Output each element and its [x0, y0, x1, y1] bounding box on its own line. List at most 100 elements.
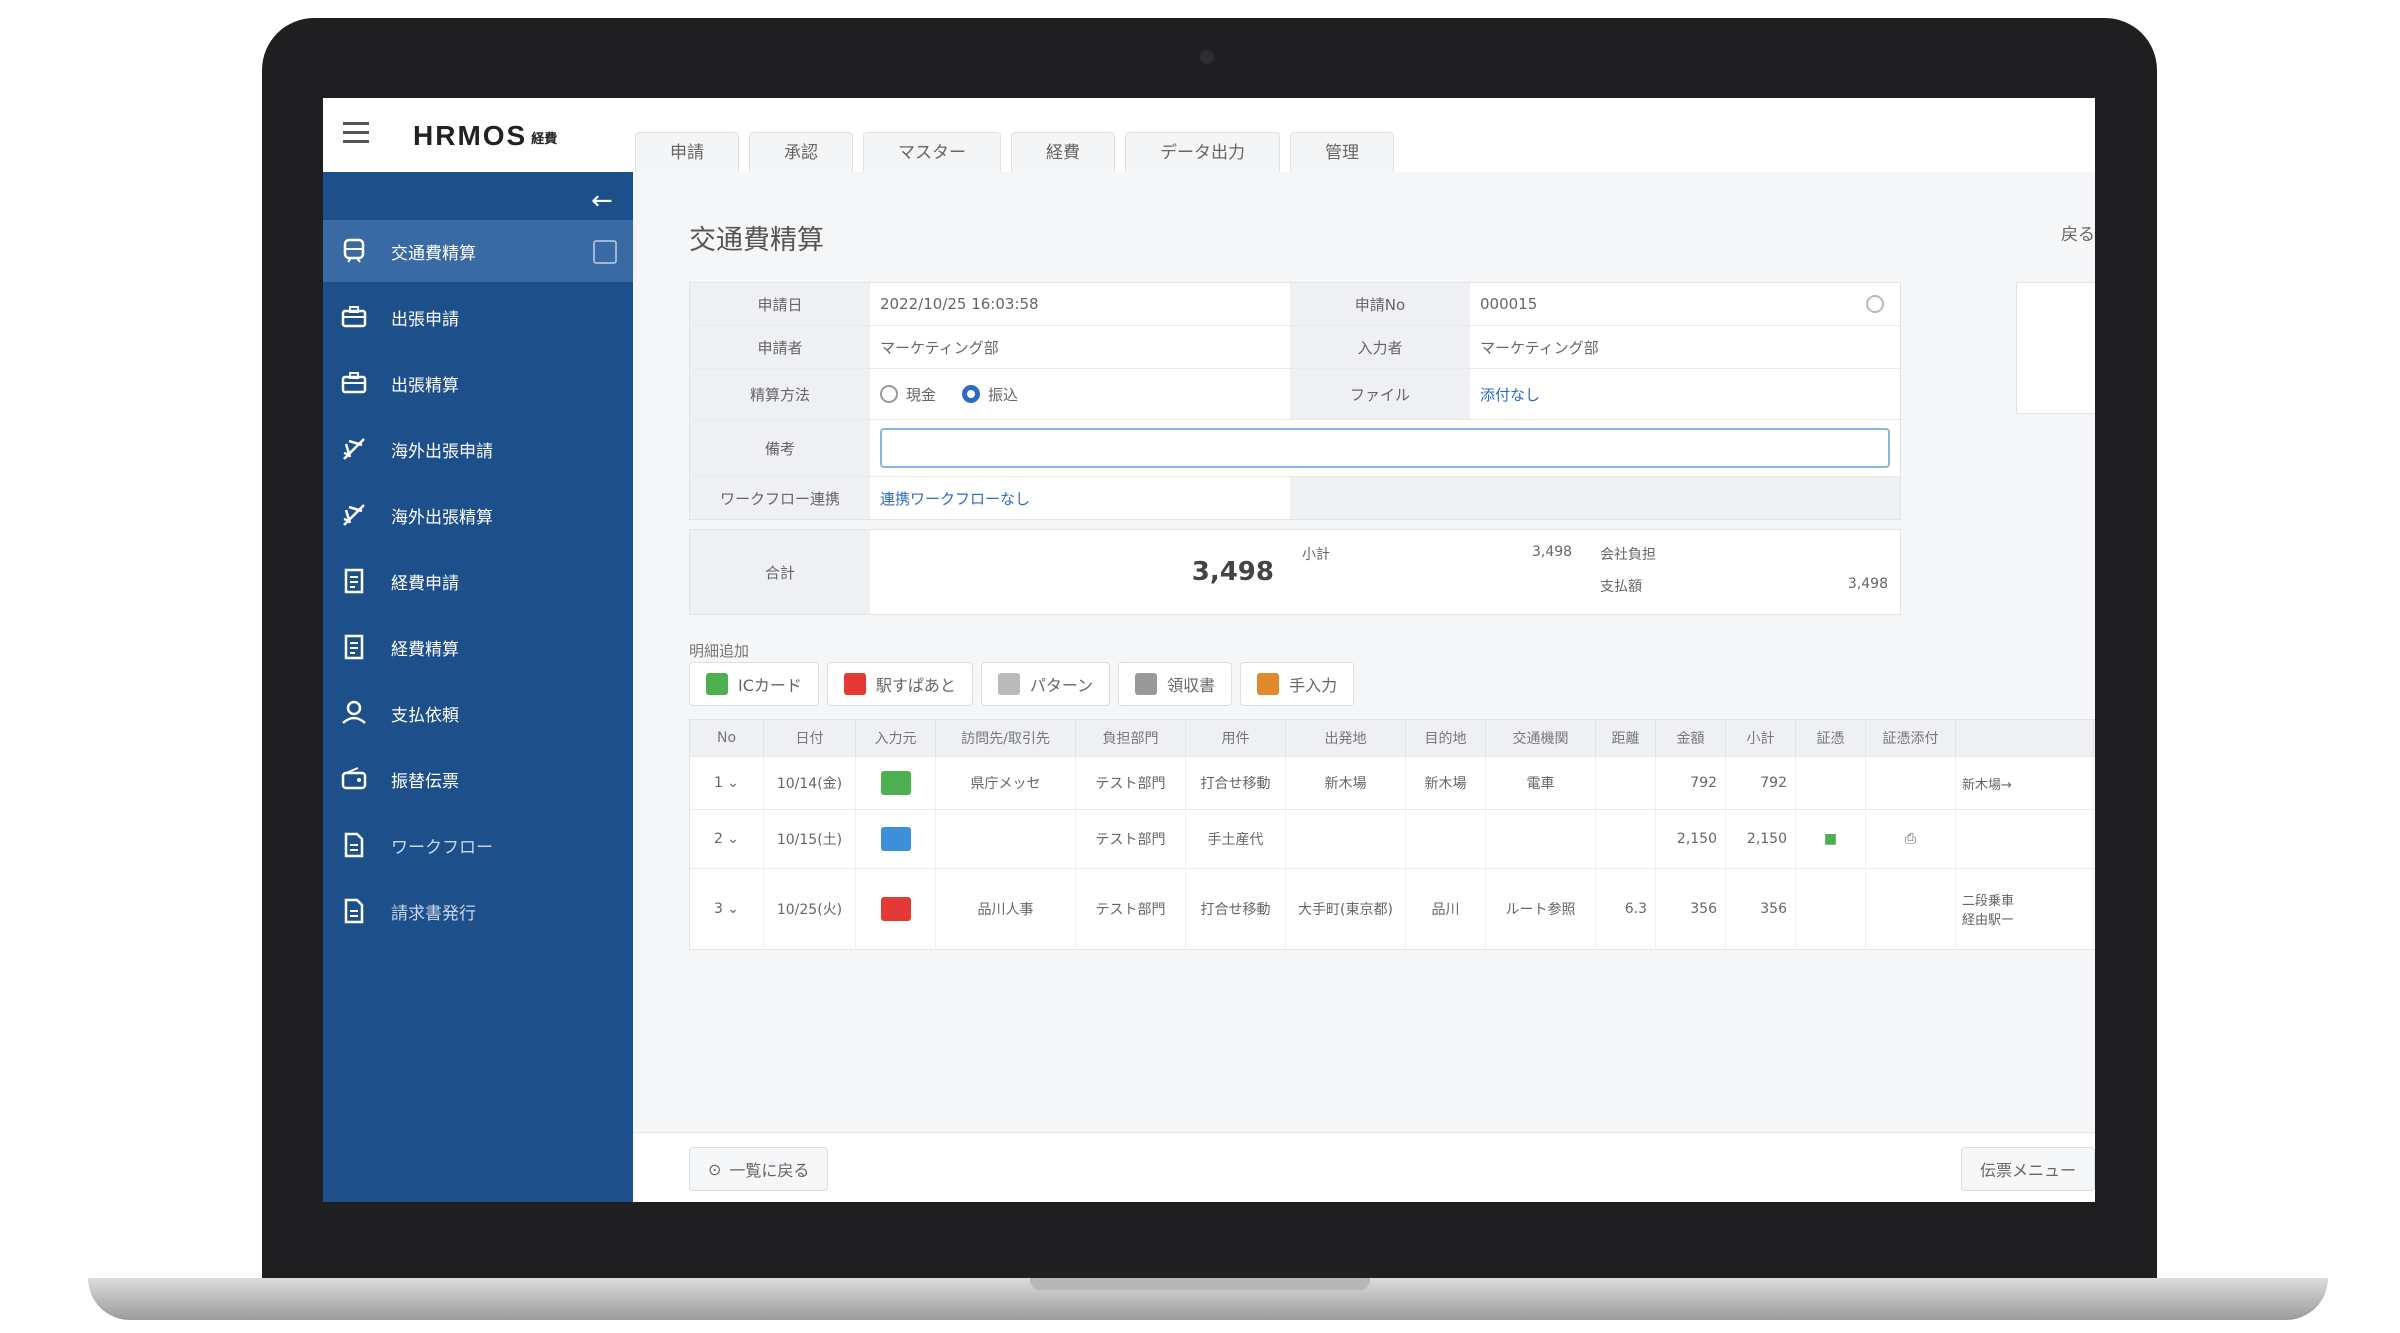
table-header-cell: No: [690, 720, 764, 756]
info-icon[interactable]: [1866, 295, 1884, 313]
table-cell: 356: [1726, 869, 1796, 949]
money-icon: [339, 698, 369, 728]
table-cell: テスト部門: [1076, 757, 1186, 809]
table-cell: [1286, 810, 1406, 868]
transfer-radio[interactable]: [962, 385, 981, 403]
workflow-link[interactable]: 連携ワークフローなし: [880, 488, 1030, 509]
sidebar-item[interactable]: 経費申請: [323, 550, 633, 612]
airplane-icon: [339, 434, 369, 464]
sidebar-checkbox[interactable]: [593, 240, 617, 264]
total-breakdown: 小計 3,498 会社負担 支払額 3,498: [1290, 530, 1900, 614]
sidebar-item-label: 支払依頼: [391, 705, 459, 726]
document-icon: [339, 830, 369, 860]
form-row: 申請者 マーケティング部 入力者 マーケティング部: [690, 326, 1900, 369]
table-cell: [1866, 869, 1956, 949]
table-cell: 2,150: [1726, 810, 1796, 868]
receipt-icon: [339, 566, 369, 596]
toolbar-button-label: ICカード: [738, 676, 802, 695]
table-cell: 3 ⌄: [690, 869, 764, 949]
table-cell: 10/15(土): [764, 810, 856, 868]
sidebar-item[interactable]: 海外出張精算: [323, 484, 633, 546]
sidebar-item-label: ワークフロー: [391, 837, 493, 858]
toolbar-button[interactable]: 駅すぱあと: [826, 662, 973, 706]
form-row: 備考: [690, 420, 1900, 477]
table-cell: [1796, 869, 1866, 949]
cash-radio[interactable]: [880, 385, 898, 403]
input-source-badge: [880, 771, 911, 795]
apply-date-label: 申請日: [690, 283, 870, 325]
toolbar-button-icon: [706, 673, 728, 695]
input-source-badge: [880, 827, 911, 851]
document-icon: [339, 896, 369, 926]
back-to-list-label: 一覧に戻る: [729, 1161, 810, 1180]
back-to-list-button[interactable]: ⊙ 一覧に戻る: [689, 1147, 829, 1191]
table-cell: 1 ⌄: [690, 757, 764, 809]
table-header-cell: 交通機関: [1486, 720, 1596, 756]
table-cell: 792: [1656, 757, 1726, 809]
file-label: ファイル: [1290, 369, 1470, 419]
tab-master[interactable]: マスター: [863, 132, 1001, 173]
toolbar-button-label: 領収書: [1167, 676, 1216, 695]
apply-date-value: 2022/10/25 16:03:58: [880, 295, 1039, 313]
tab-approve[interactable]: 承認: [749, 132, 853, 173]
file-link[interactable]: 添付なし: [1480, 384, 1540, 405]
tab-data-output[interactable]: データ出力: [1125, 132, 1280, 173]
tab-apply[interactable]: 申請: [635, 132, 739, 173]
train-icon: [339, 236, 369, 266]
table-row[interactable]: 1 ⌄ 10/14(金) 県庁メッセ テスト部門 打合せ移動 新木場 新木場 電車 792 792…: [690, 756, 2095, 809]
payment-method-label: 精算方法: [690, 369, 870, 419]
sidebar-item[interactable]: 出張精算: [323, 352, 633, 414]
number-value: 000015: [1480, 295, 1538, 313]
application-form: 申請日 2022/10/25 16:03:58 申請No 000015 申請者 …: [689, 282, 1901, 520]
toolbar-button-label: 手入力: [1289, 676, 1338, 695]
sidebar-item[interactable]: 海外出張申請: [323, 418, 633, 480]
sidebar-item[interactable]: 経費精算: [323, 616, 633, 678]
input-by-label: 入力者: [1290, 326, 1470, 368]
table-header-cell: 小計: [1726, 720, 1796, 756]
main-content: 交通費精算 戻る 申請日 2022/10/25 16:03:58 申請No 00…: [633, 172, 2095, 1202]
tab-expense[interactable]: 経費: [1011, 132, 1115, 173]
sidebar-item[interactable]: ワークフロー: [323, 814, 633, 876]
table-cell: [1596, 810, 1656, 868]
table-cell: テスト部門: [1076, 869, 1186, 949]
input-by-value: マーケティング部: [1480, 338, 1599, 357]
toolbar-button[interactable]: ICカード: [689, 662, 819, 706]
table-cell: 手土産代: [1186, 810, 1286, 868]
sidebar-item[interactable]: 出張申請: [323, 286, 633, 348]
top-bar: HRMOS 経費 申請 承認 マスター 経費 データ出力 管理: [323, 98, 2095, 173]
workflow-label: ワークフロー連携: [690, 477, 870, 519]
sidebar-item[interactable]: 振替伝票: [323, 748, 633, 810]
workflow-filler: [1290, 477, 1900, 519]
applicant-value: マーケティング部: [880, 338, 999, 357]
note-input[interactable]: [880, 428, 1890, 468]
toolbar-button[interactable]: パターン: [980, 662, 1111, 706]
sidebar-item-label: 経費申請: [391, 573, 459, 594]
sidebar-item[interactable]: 支払依頼: [323, 682, 633, 744]
table-row[interactable]: 3 ⌄ 10/25(火) 品川人事 テスト部門 打合せ移動 大手町(東京都) 品川 ルート参照…: [690, 868, 2095, 949]
table-cell: 6.3: [1596, 869, 1656, 949]
applicant-label: 申請者: [690, 326, 870, 368]
note-field: [870, 420, 1900, 476]
toolbar-button[interactable]: 領収書: [1118, 662, 1233, 706]
table-cell: 新木場: [1286, 757, 1406, 809]
toolbar-button[interactable]: 手入力: [1240, 662, 1355, 706]
table-header: No 日付 入力元 訪問先/取引先 負担部門 用件 出発地 目的地 交通機関 距離 金額 小計 証憑 証憑…: [690, 720, 2095, 756]
voucher-menu-button[interactable]: 伝票メニュー: [1960, 1147, 2095, 1191]
sidebar-item[interactable]: 請求書発行: [323, 880, 633, 942]
sidebar-item[interactable]: 交通費精算: [323, 220, 633, 282]
toolbar-button-icon: [1257, 673, 1280, 695]
number-field: 000015: [1470, 283, 1900, 325]
details-table: No 日付 入力元 訪問先/取引先 負担部門 用件 出発地 目的地 交通機関 距離 金額 小計 証憑 証憑…: [689, 719, 2095, 950]
toolbar-button-icon: [1135, 673, 1158, 695]
hamburger-menu-icon[interactable]: [343, 122, 369, 144]
table-row[interactable]: 2 ⌄ 10/15(土) テスト部門 手土産代 2,150 2,150 ■ ⎙: [690, 809, 2095, 868]
table-cell: 2,150: [1656, 810, 1726, 868]
sidebar-item-label: 出張精算: [391, 375, 459, 396]
subtotal-label: 小計: [1302, 547, 1330, 563]
table-cell: 2 ⌄: [690, 810, 764, 868]
collapse-arrow-icon[interactable]: ←: [591, 186, 613, 216]
top-right-link[interactable]: 戻る: [2061, 220, 2095, 245]
tab-admin[interactable]: 管理: [1290, 132, 1394, 173]
table-header-cell: 訪問先/取引先: [936, 720, 1076, 756]
form-row: 精算方法 現金 振込 ファイル 添付なし: [690, 369, 1900, 420]
